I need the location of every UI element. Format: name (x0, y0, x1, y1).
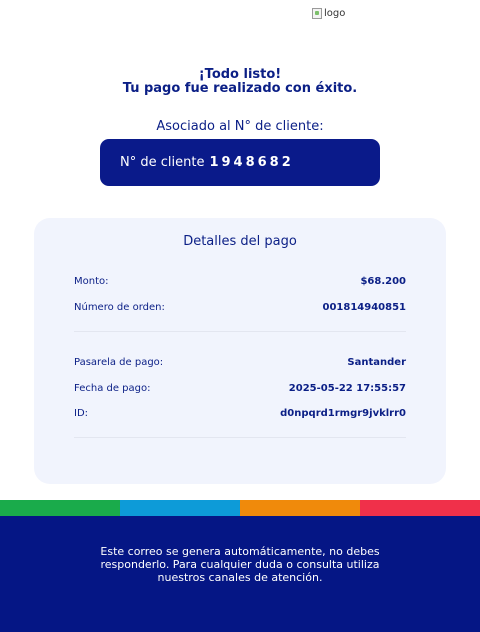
broken-image-icon (312, 8, 322, 19)
order-value: 001814940851 (322, 302, 407, 313)
color-stripes (0, 500, 480, 516)
id-row: ID: d0npqrd1rmgr9jvklrr0 (74, 408, 406, 419)
order-row: Número de orden: 001814940851 (74, 302, 406, 313)
client-number-box: N° de cliente 1948682 (100, 139, 380, 186)
gateway-label: Pasarela de pago: (74, 357, 164, 368)
order-label: Número de orden: (74, 302, 165, 313)
client-number-prefix: N° de cliente (120, 155, 205, 170)
id-value: d0npqrd1rmgr9jvklrr0 (280, 408, 406, 419)
details-divider (74, 331, 406, 332)
stripe-red (360, 500, 480, 516)
stripe-blue (120, 500, 240, 516)
date-value: 2025-05-22 17:55:57 (288, 383, 406, 394)
footer: Este correo se genera automáticamente, n… (0, 516, 480, 632)
date-label: Fecha de pago: (74, 383, 151, 394)
amount-value: $68.200 (360, 276, 406, 287)
amount-label: Monto: (74, 276, 109, 287)
success-subtitle: Tu pago fue realizado con éxito. (122, 81, 358, 96)
footer-disclaimer: Este correo se genera automáticamente, n… (100, 545, 380, 584)
associated-client-label: Asociado al N° de cliente: (156, 119, 324, 134)
stripe-green (0, 500, 120, 516)
date-row: Fecha de pago: 2025-05-22 17:55:57 (74, 383, 406, 394)
client-number: 1948682 (209, 155, 294, 170)
logo-alt-text: logo (324, 8, 346, 19)
id-label: ID: (74, 408, 89, 419)
gateway-row: Pasarela de pago: Santander (74, 357, 406, 368)
stripe-orange (240, 500, 360, 516)
details-divider-bottom (74, 437, 406, 438)
success-title: ¡Todo listo! (198, 67, 282, 82)
amount-row: Monto: $68.200 (74, 276, 406, 287)
payment-details-card: Detalles del pago Monto: $68.200 Número … (34, 218, 446, 484)
logo: logo (312, 8, 345, 19)
gateway-value: Santander (347, 357, 406, 368)
success-headline: ¡Todo listo! Tu pago fue realizado con é… (0, 68, 480, 96)
payment-details-title: Detalles del pago (183, 234, 297, 249)
